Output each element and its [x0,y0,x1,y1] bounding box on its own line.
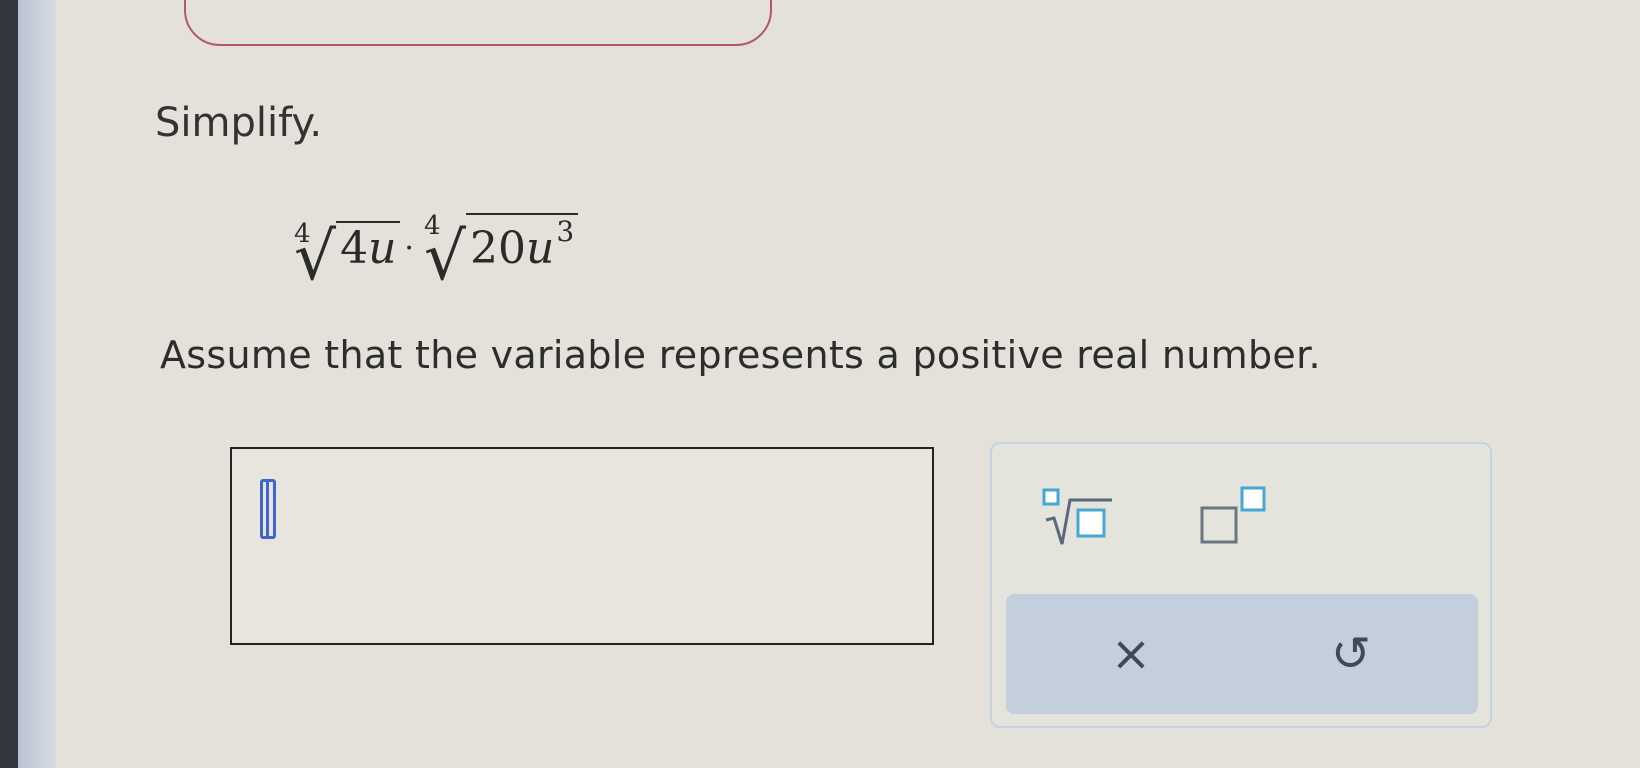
exponent: 3 [556,215,575,248]
nth-root-button[interactable] [1032,482,1142,552]
radicand: 20u3 [466,213,579,280]
question-prompt: Simplify. [155,100,323,146]
root-index: 4 [294,219,311,249]
answer-input[interactable] [230,447,934,645]
radicand: 4u [336,221,401,280]
screen-bezel [0,0,18,768]
fourth-root-1: 4 √ 4u [290,219,401,290]
clear-button[interactable]: × [1086,614,1176,694]
radicand-variable: u [526,223,555,274]
left-side-panel [18,0,56,768]
math-toolbox: × ↺ [990,442,1492,728]
text-cursor [260,479,276,539]
multiplication-dot: · [404,231,414,266]
action-bar: × ↺ [1006,594,1478,714]
radical-expression: 4 √ 4u · 4 √ 20u3 [290,200,579,290]
radicand-coefficient: 4 [340,223,369,274]
nth-root-icon [1042,488,1112,545]
radicand-variable: u [368,223,397,274]
undo-button[interactable]: ↺ [1306,614,1396,694]
instruction-text: Assume that the variable represents a po… [160,333,1321,377]
exponent-button[interactable] [1192,482,1302,552]
previous-answer-frame [184,0,772,46]
radicand-coefficient: 20 [470,223,527,274]
fourth-root-2: 4 √ 20u3 [420,211,579,290]
superscript-icon [1200,486,1266,544]
root-index: 4 [423,211,441,241]
